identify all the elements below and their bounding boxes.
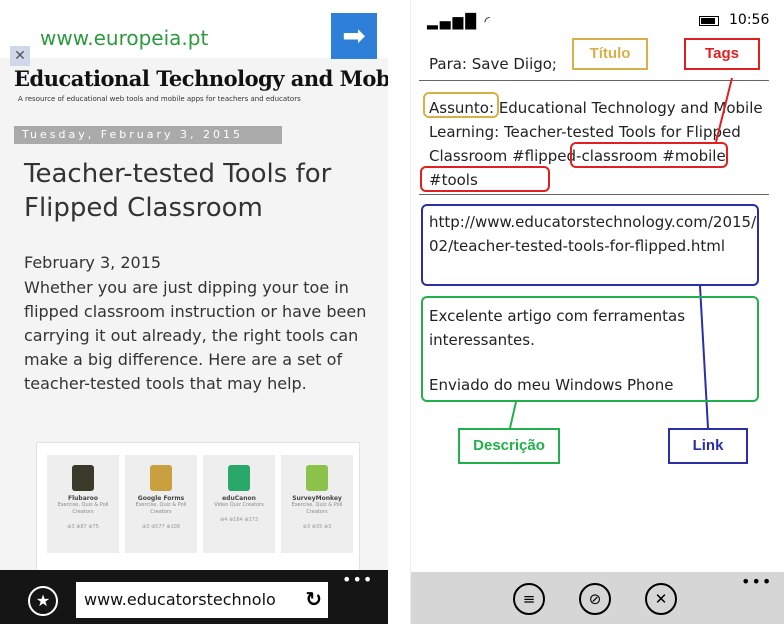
post-body: Whether you are just dipping your toe in… bbox=[24, 278, 367, 393]
tool-name: Flubaroo bbox=[68, 495, 98, 502]
ad-banner[interactable]: www.europeia.pt ➡ bbox=[0, 0, 388, 59]
tags-highlight-2 bbox=[420, 166, 550, 192]
link-highlight bbox=[421, 204, 759, 286]
date-header: Tuesday, February 3, 2015 bbox=[14, 126, 282, 144]
arrow-right-icon[interactable]: ➡ bbox=[331, 13, 377, 59]
send-icon[interactable]: ≡ bbox=[513, 583, 545, 615]
close-icon[interactable]: ✕ bbox=[10, 46, 30, 66]
tool-card[interactable]: eduCanon Video Quiz Creators ⊕4 ⊕164 ⊕17… bbox=[203, 455, 275, 553]
email-app-bar: ••• ≡ ⊘ ✕ bbox=[411, 572, 784, 624]
tool-thumbnail bbox=[72, 465, 94, 491]
tool-category: Exercise, Quiz & Poll Creators bbox=[291, 502, 343, 515]
tool-card[interactable]: Flubaroo Exercise, Quiz & Poll Creators … bbox=[47, 455, 119, 553]
to-value[interactable]: Save Diigo; bbox=[472, 55, 557, 73]
address-bar[interactable]: www.educatorstechnolo ↻ bbox=[76, 582, 328, 618]
titulo-highlight bbox=[423, 92, 499, 118]
descricao-highlight bbox=[421, 296, 759, 402]
divider bbox=[419, 80, 769, 81]
blog-title[interactable]: Educational Technology and Mobile Learni… bbox=[14, 66, 388, 91]
address-url[interactable]: www.educatorstechnolo bbox=[84, 590, 276, 609]
browser-phone-screen: www.europeia.pt ➡ ✕ Educational Technolo… bbox=[0, 0, 388, 624]
tool-thumbnail bbox=[228, 465, 250, 491]
tool-card[interactable]: Google Forms Exercise, Quiz & Poll Creat… bbox=[125, 455, 197, 553]
tool-category: Exercise, Quiz & Poll Creators bbox=[57, 502, 109, 515]
link-label: Link bbox=[668, 428, 748, 464]
tool-stats: ⊕4 ⊕164 ⊕173 bbox=[219, 517, 258, 523]
browser-toolbar: ••• ★ www.educatorstechnolo ↻ bbox=[0, 570, 388, 624]
tool-card[interactable]: SurveyMonkey Exercise, Quiz & Poll Creat… bbox=[281, 455, 353, 553]
favorites-star-icon[interactable]: ★ bbox=[28, 586, 58, 616]
post-date: February 3, 2015 bbox=[24, 253, 162, 272]
to-label: Para: bbox=[429, 55, 467, 73]
attach-icon[interactable]: ⊘ bbox=[579, 583, 611, 615]
tool-stats: ⊕3 ⊕87 ⊕75 bbox=[67, 524, 99, 530]
cancel-icon[interactable]: ✕ bbox=[645, 583, 677, 615]
battery-icon bbox=[699, 16, 719, 26]
refresh-icon[interactable]: ↻ bbox=[305, 587, 322, 611]
tool-category: Video Quiz Creators bbox=[214, 502, 264, 508]
to-field[interactable]: Para: Save Diigo; bbox=[429, 55, 557, 73]
tool-name: Google Forms bbox=[137, 495, 185, 502]
titulo-label: Título bbox=[572, 38, 648, 70]
tool-stats: ⊕3 ⊕35 ⊕3 bbox=[302, 524, 332, 530]
more-menu-icon[interactable]: ••• bbox=[342, 570, 373, 589]
tool-thumbnail bbox=[306, 465, 328, 491]
tool-stats: ⊕3 ⊕577 ⊕108 bbox=[141, 524, 180, 530]
tool-name: SurveyMonkey bbox=[292, 495, 342, 502]
signal-bars: ▂▄▆█ bbox=[427, 14, 479, 30]
tool-category: Exercise, Quiz & Poll Creators bbox=[135, 502, 187, 515]
ad-url[interactable]: www.europeia.pt bbox=[40, 26, 208, 50]
post-title[interactable]: Teacher-tested Tools for Flipped Classro… bbox=[24, 157, 374, 225]
tags-label: Tags bbox=[684, 38, 760, 70]
battery-level bbox=[701, 18, 715, 24]
descricao-label: Descrição bbox=[458, 428, 560, 464]
tool-thumbnail bbox=[150, 465, 172, 491]
tool-name: eduCanon bbox=[222, 495, 256, 502]
status-time: 10:56 bbox=[729, 12, 770, 28]
blog-subtitle: A resource of educational web tools and … bbox=[18, 95, 301, 103]
more-menu-icon[interactable]: ••• bbox=[741, 572, 772, 591]
tags-highlight-1 bbox=[570, 142, 728, 168]
wifi-icon: ◜ bbox=[484, 14, 492, 30]
divider bbox=[419, 194, 769, 195]
signal-strength-icon: ▂▄▆█ ◜ bbox=[427, 14, 492, 30]
